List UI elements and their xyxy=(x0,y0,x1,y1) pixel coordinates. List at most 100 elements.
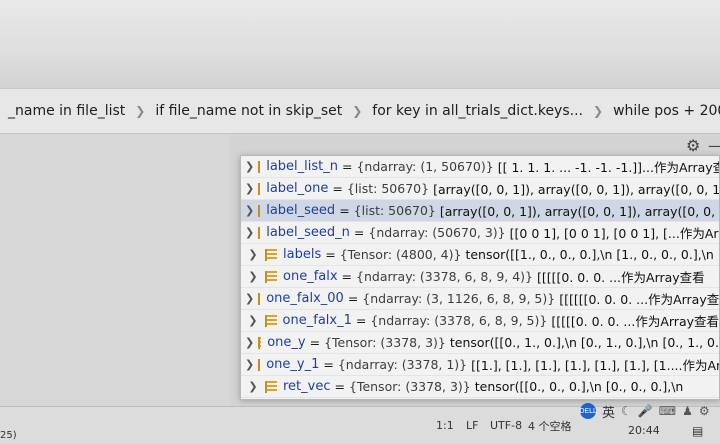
variable-type: {list: 50670} xyxy=(346,181,430,196)
breadcrumb-item[interactable]: _name in file_list xyxy=(0,103,133,119)
variable-name: label_seed_n xyxy=(266,225,350,240)
variable-value: tensor([[1., 0., 0., 0.],\n [1., 0., 0.,… xyxy=(465,247,714,262)
variable-type: {Tensor: (3378, 3)} xyxy=(348,379,471,394)
variable-value: [[ 1. 1. 1. ... -1. -1. -1.]]...作为Array查… xyxy=(497,160,720,175)
moon-icon[interactable]: ☾ xyxy=(621,404,632,418)
variable-value: [[[[[[0. 0. 0. ...作为Array查看 xyxy=(559,292,720,307)
ime-language[interactable]: 英 xyxy=(602,402,615,421)
variable-list-icon xyxy=(258,204,261,217)
variable-name: one_falx xyxy=(283,269,338,284)
equals-sign: = xyxy=(309,335,321,350)
expand-chevron-icon[interactable]: ❯ xyxy=(245,226,254,239)
variable-type: {ndarray: (3378, 6, 8, 9, 4)} xyxy=(356,269,534,284)
expand-chevron-icon[interactable]: ❯ xyxy=(245,248,261,261)
notification-icon[interactable]: ▤ xyxy=(692,424,703,438)
variable-value: [[0 0 1], [0 0 1], [0 0 1], [...作为Array查… xyxy=(509,226,719,241)
variable-type: {ndarray: (3, 1126, 6, 8, 9, 5)} xyxy=(362,291,556,306)
equals-sign: = xyxy=(341,269,353,284)
user-icon[interactable]: ♟ xyxy=(682,404,693,418)
expand-chevron-icon[interactable]: ❯ xyxy=(245,160,254,173)
variable-type: {ndarray: (3378, 1)} xyxy=(337,357,468,372)
variable-type: {Tensor: (3378, 3)} xyxy=(324,335,446,350)
breadcrumb-item[interactable]: while pos + 200 <= length xyxy=(605,103,720,119)
variable-row[interactable]: ❯ one_falx_00 = {ndarray: (3, 1126, 6, 8, 9… xyxy=(241,288,719,310)
variable-row[interactable]: ❯ one_y_1 = {ndarray: (3378, 1)} [[1.], [1.]… xyxy=(241,354,719,376)
variable-list-icon xyxy=(265,248,277,261)
variable-type: {ndarray: (50670, 3)} xyxy=(368,225,506,240)
equals-sign: = xyxy=(332,181,343,196)
variable-name: label_one xyxy=(266,181,329,196)
variable-row[interactable]: ❯ label_seed_n = {ndarray: (50670, 3)} [[0 0… xyxy=(241,222,719,244)
window-top-area xyxy=(0,0,720,88)
expand-chevron-icon[interactable]: ❯ xyxy=(245,358,254,371)
cursor-position[interactable]: 1:1 xyxy=(428,419,462,432)
variable-list-icon xyxy=(258,336,262,349)
editor-gutter xyxy=(0,134,230,406)
chevron-right-icon: ❯ xyxy=(135,104,146,118)
chevron-right-icon: ❯ xyxy=(593,104,604,118)
variable-list-icon xyxy=(258,160,261,173)
microphone-icon[interactable]: 🎤 xyxy=(638,404,653,418)
variable-value: [[[[[0. 0. 0. ...作为Array查看 xyxy=(537,270,705,285)
system-tray: DELL 英 ☾ 🎤 ⌨ ♟ ⚙ xyxy=(579,400,710,422)
variable-list-icon xyxy=(258,358,261,371)
clock: 20:44 xyxy=(628,424,660,437)
breadcrumb: _name in file_list ❯ if file_name not in… xyxy=(0,88,720,134)
variable-type: {ndarray: (3378, 6, 8, 9, 5)} xyxy=(370,313,548,328)
equals-sign: = xyxy=(347,291,359,306)
equals-sign: = xyxy=(342,159,353,174)
variable-value: [[[[[0. 0. 0. ...作为Array查看 xyxy=(551,314,719,329)
variable-row[interactable]: ❯ one_falx = {ndarray: (3378, 6, 8, 9, 4)}[… xyxy=(241,266,719,288)
variable-name: label_seed xyxy=(266,203,336,218)
variable-row[interactable]: ❯ labels = {Tensor: (4800, 4)} tensor([[1., … xyxy=(241,244,719,266)
variable-row[interactable]: ❯ ret_vec = {Tensor: (3378, 3)} tensor([[0.,… xyxy=(241,376,719,398)
expand-chevron-icon[interactable]: ❯ xyxy=(245,380,261,393)
variable-name: labels xyxy=(283,247,322,262)
variable-type: {Tensor: (4800, 4)} xyxy=(339,247,462,262)
equals-sign: = xyxy=(334,379,345,394)
keyboard-icon[interactable]: ⌨ xyxy=(659,404,676,418)
gear-icon[interactable]: ⚙ xyxy=(686,136,700,155)
expand-chevron-icon[interactable]: ❯ xyxy=(245,182,254,195)
status-fragment: 25) xyxy=(0,430,17,441)
variable-value: tensor([[0., 1., 0.],\n [0., 1., 0.],\n … xyxy=(449,335,719,350)
variable-name: one_falx_00 xyxy=(266,291,344,306)
variable-name: ret_vec xyxy=(283,379,331,394)
variable-list-icon xyxy=(265,270,277,283)
variable-type: {list: 50670} xyxy=(353,203,436,218)
variable-name: one_y xyxy=(267,335,306,350)
variable-value: tensor([[0., 0., 0.],\n [0., 0., 0.],\n xyxy=(474,379,684,394)
chevron-right-icon: ❯ xyxy=(352,104,363,118)
breadcrumb-item[interactable]: if file_name not in skip_set xyxy=(147,103,350,119)
expand-chevron-icon[interactable]: ❯ xyxy=(245,204,254,217)
variable-name: one_falx_1 xyxy=(282,313,352,328)
variable-list-icon xyxy=(258,226,261,239)
variable-value: [array([0, 0, 1]), array([0, 0, 1]), arr… xyxy=(439,204,719,219)
equals-sign: = xyxy=(339,203,350,218)
breadcrumb-item[interactable]: for key in all_trials_dict.keys... xyxy=(364,103,591,119)
variable-row[interactable]: ❯ one_falx_1 = {ndarray: (3378, 6, 8, 9, 5)… xyxy=(241,310,719,332)
ime-badge[interactable]: DELL xyxy=(579,403,597,419)
variable-row[interactable]: ❯ one_y = {Tensor: (3378, 3)} tensor([[0., 1… xyxy=(241,332,719,354)
minus-icon[interactable]: — xyxy=(708,136,720,155)
equals-sign: = xyxy=(325,247,336,262)
equals-sign: = xyxy=(355,313,367,328)
equals-sign: = xyxy=(323,357,334,372)
variables-popup: ❯ label_list_n = {ndarray: (1, 50670)}[[ 1.… xyxy=(240,155,720,400)
expand-chevron-icon[interactable]: ❯ xyxy=(245,292,254,305)
variable-list-icon xyxy=(258,292,261,305)
expand-chevron-icon[interactable]: ❯ xyxy=(245,270,261,283)
variable-name: one_y_1 xyxy=(266,357,320,372)
expand-chevron-icon[interactable]: ❯ xyxy=(245,314,261,327)
variable-name: label_list_n xyxy=(266,159,338,174)
indent-setting[interactable]: 4 个空格 xyxy=(520,418,580,434)
variable-list-icon xyxy=(264,314,277,327)
variable-row[interactable]: ❯ label_one = {list: 50670} [array([0, 0, 1]… xyxy=(241,178,719,200)
variable-row[interactable]: ❯ label_list_n = {ndarray: (1, 50670)}[[ 1.… xyxy=(241,156,719,178)
variable-row[interactable]: ❯ label_seed = {list: 50670} [array([0, 0, 1… xyxy=(241,200,719,222)
settings-icon[interactable]: ⚙ xyxy=(699,404,710,418)
variable-value: [array([0, 0, 1]), array([0, 0, 1]), arr… xyxy=(433,182,720,197)
expand-chevron-icon[interactable]: ❯ xyxy=(245,336,254,349)
variable-value: [[1.], [1.], [1.], [1.], [1.], [1.], [1.… xyxy=(471,358,719,373)
variable-list-icon xyxy=(265,380,277,393)
